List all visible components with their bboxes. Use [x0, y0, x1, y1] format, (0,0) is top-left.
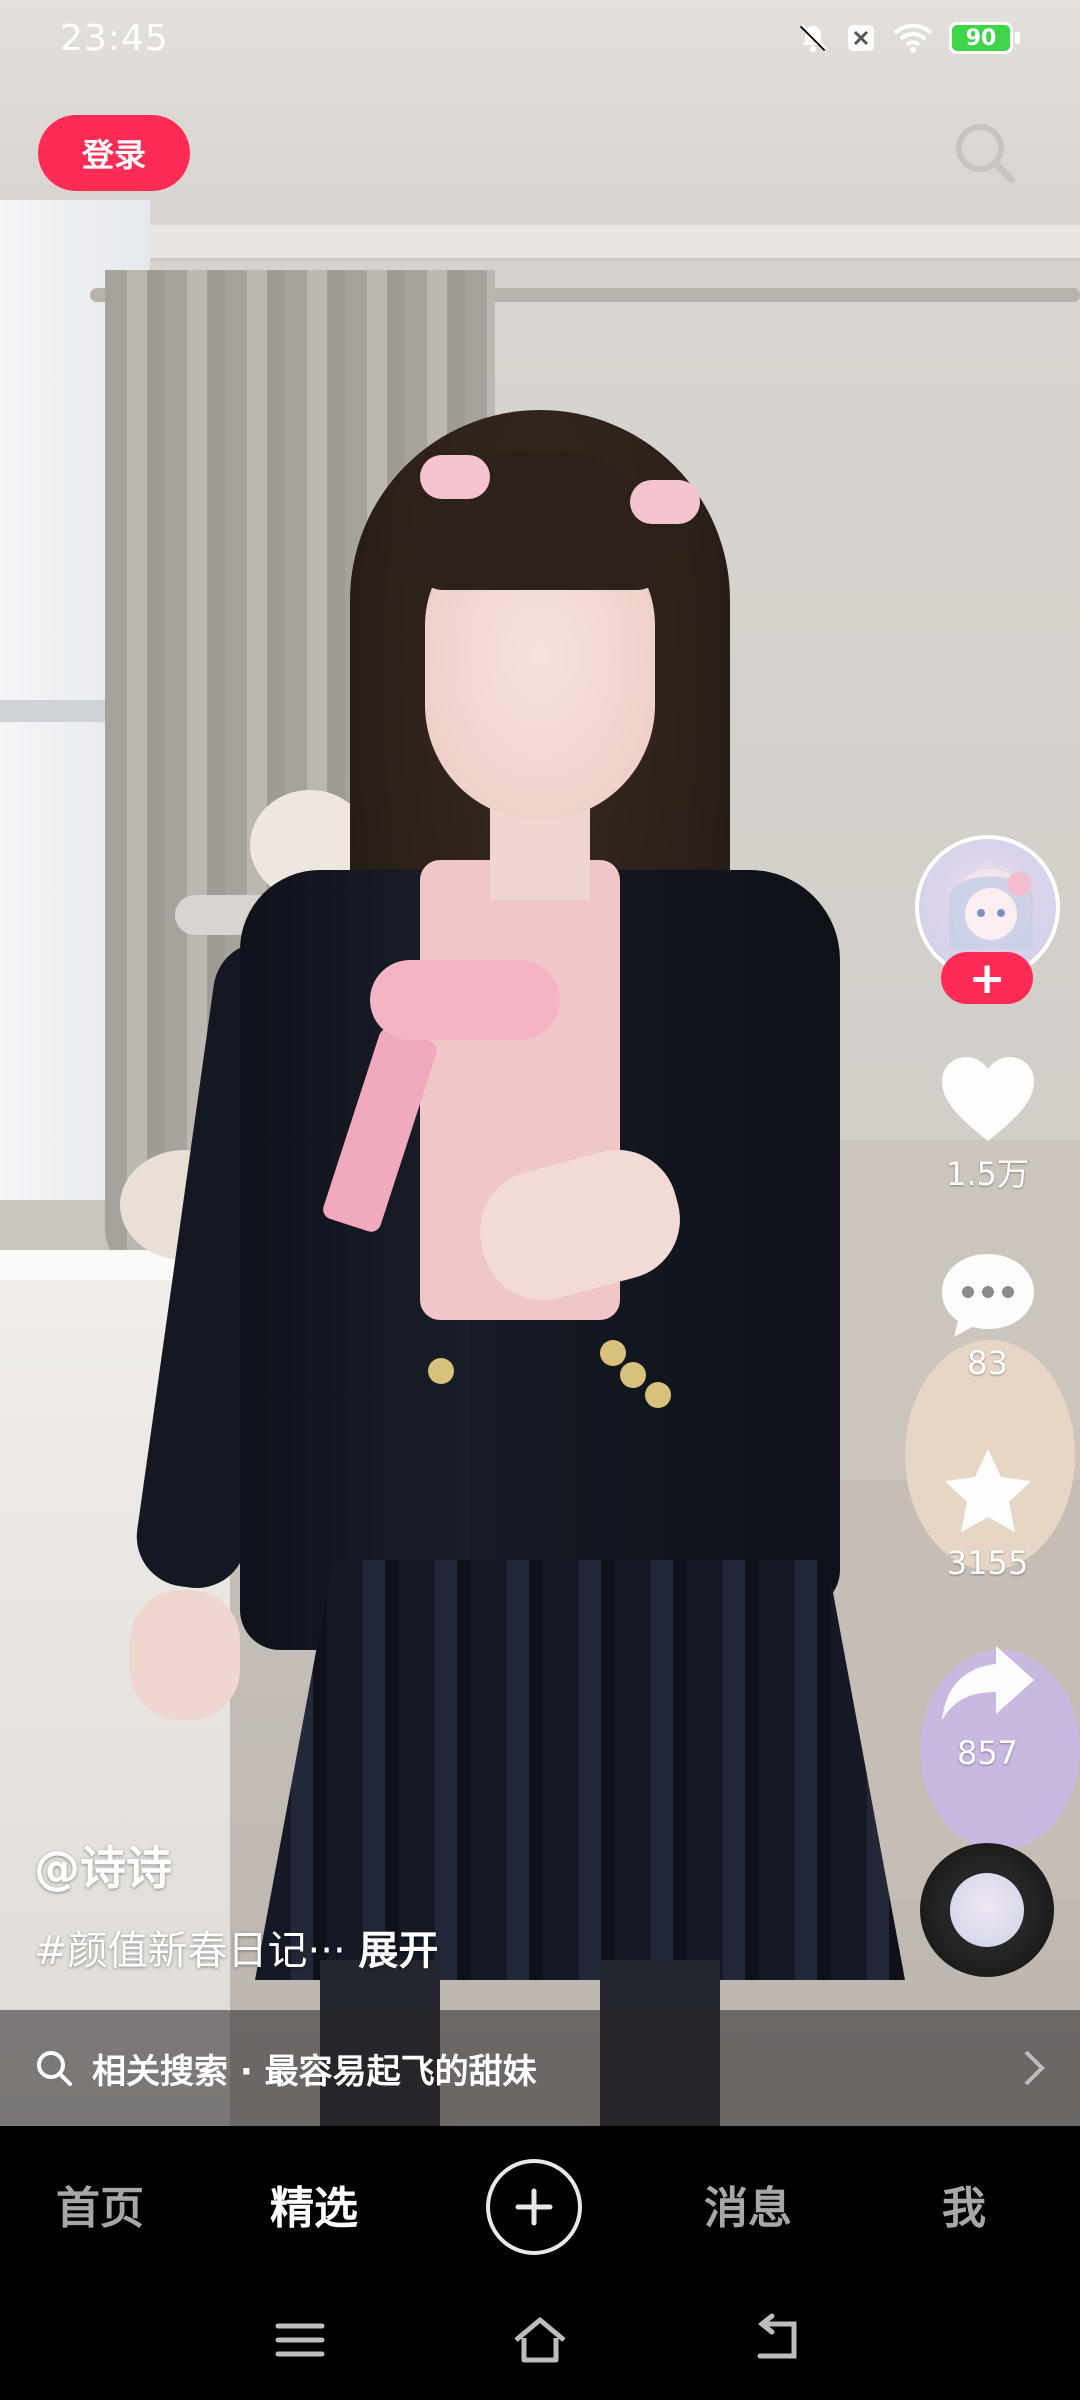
comment-icon: [941, 1254, 1034, 1337]
login-button[interactable]: 登录: [38, 115, 190, 191]
status-icons: 90: [797, 22, 1020, 54]
related-search-text: 相关搜索 · 最容易起飞的甜妹: [92, 2051, 537, 2092]
cuff-button: [600, 1340, 626, 1366]
heart-icon: [941, 1057, 1034, 1141]
author-name[interactable]: @诗诗: [34, 1832, 172, 1898]
share-icon: [941, 1646, 1034, 1720]
mute-icon: [799, 24, 827, 52]
music-cover: [950, 1873, 1024, 1947]
comment-count: 83: [967, 1344, 1008, 1382]
jacket-button: [428, 1358, 454, 1384]
battery-icon: 90: [949, 22, 1020, 54]
hair-bow-right: [630, 480, 700, 524]
bottom-nav: 首页 精选 消息 我: [0, 2126, 1080, 2286]
video-description[interactable]: #颜值新春日记··· 展开: [34, 1918, 438, 1976]
favorite-count: 3155: [946, 1544, 1029, 1582]
star-icon: [944, 1449, 1031, 1532]
nav-add-button[interactable]: [486, 2159, 582, 2255]
nav-featured[interactable]: 精选: [270, 2172, 358, 2236]
related-search-bar[interactable]: 相关搜索 · 最容易起飞的甜妹: [0, 2010, 1080, 2126]
comment-button[interactable]: 83: [910, 1250, 1065, 1382]
left-hand: [130, 1590, 240, 1720]
chevron-right-icon: [1024, 2050, 1045, 2086]
battery-cap: [1015, 32, 1020, 44]
share-count: 857: [956, 1734, 1019, 1772]
like-button[interactable]: 1.5万: [910, 1055, 1065, 1195]
search-icon: [37, 2051, 72, 2086]
neck-bow-right: [460, 960, 560, 1040]
cornice: [80, 225, 1080, 261]
expand-link[interactable]: 展开: [358, 1928, 438, 1974]
description-text: #颜值新春日记···: [34, 1928, 346, 1974]
status-bar: 23:45 90: [0, 0, 1080, 84]
close-box-icon: [848, 25, 874, 51]
music-disc[interactable]: [920, 1843, 1054, 1977]
battery-level: 90: [949, 22, 1013, 54]
pleated-skirt: [255, 1560, 905, 1980]
favorite-button[interactable]: 3155: [910, 1445, 1065, 1582]
follow-button[interactable]: +: [941, 952, 1033, 1004]
cuff-button: [645, 1382, 671, 1408]
home-icon[interactable]: [510, 2310, 570, 2370]
nav-me[interactable]: 我: [942, 2172, 986, 2236]
share-button[interactable]: 857: [910, 1640, 1065, 1772]
menu-icon[interactable]: [270, 2310, 330, 2370]
like-count: 1.5万: [946, 1155, 1029, 1193]
hair-bow-left: [420, 455, 490, 499]
system-nav-bar: [0, 2286, 1080, 2400]
cuff-button: [620, 1362, 646, 1388]
status-time: 23:45: [60, 18, 169, 59]
plus-icon: [515, 2188, 553, 2226]
nav-home[interactable]: 首页: [56, 2172, 144, 2236]
nav-messages[interactable]: 消息: [704, 2172, 792, 2236]
wifi-icon: [893, 23, 933, 53]
search-icon[interactable]: [950, 118, 1020, 188]
back-icon[interactable]: [750, 2310, 810, 2370]
